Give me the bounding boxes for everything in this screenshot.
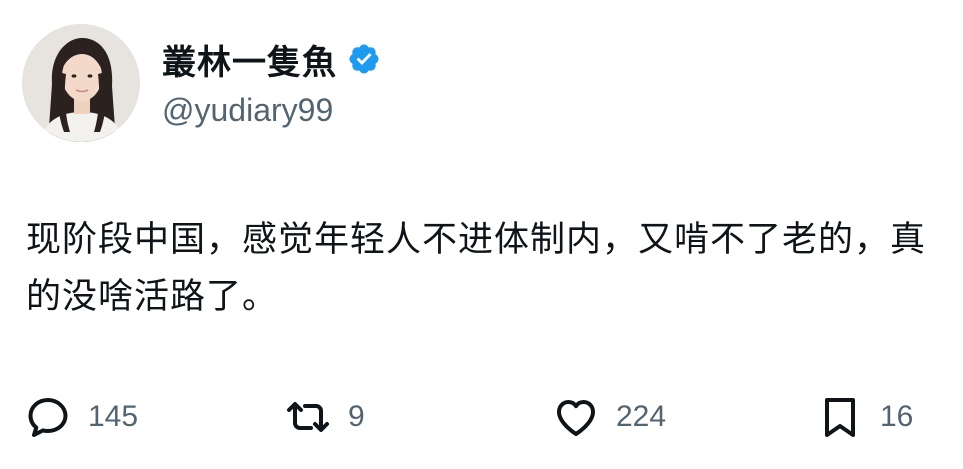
- heart-icon: [552, 393, 600, 441]
- avatar[interactable]: [22, 24, 140, 142]
- display-name[interactable]: 叢林一隻魚: [162, 35, 337, 84]
- tweet-text: 现阶段中国，感觉年轻人不进体制内，又啃不了老的，真的没啥活路了。: [26, 220, 927, 317]
- retweet-button[interactable]: 9: [284, 392, 365, 442]
- user-handle[interactable]: @yudiary99: [162, 92, 333, 129]
- retweet-icon: [284, 393, 332, 441]
- reply-button[interactable]: 145: [24, 392, 138, 442]
- reply-count: 145: [88, 400, 139, 433]
- like-button[interactable]: 224: [552, 392, 666, 442]
- retweet-count: 9: [348, 400, 365, 433]
- action-bar: 145 9 224 16: [0, 392, 963, 442]
- bookmark-button[interactable]: 16: [816, 392, 913, 442]
- display-name-row: 叢林一隻魚: [162, 35, 381, 84]
- bookmark-count: 16: [880, 400, 914, 433]
- tweet-card: 叢林一隻魚 @yudiary99 现阶段中国，感觉年轻人不进体制内，又啃不了老的…: [0, 0, 963, 469]
- avatar-image: [22, 24, 140, 142]
- verified-badge-icon: [347, 42, 381, 76]
- like-count: 224: [616, 400, 667, 433]
- bookmark-icon: [816, 393, 864, 441]
- reply-icon: [24, 393, 72, 441]
